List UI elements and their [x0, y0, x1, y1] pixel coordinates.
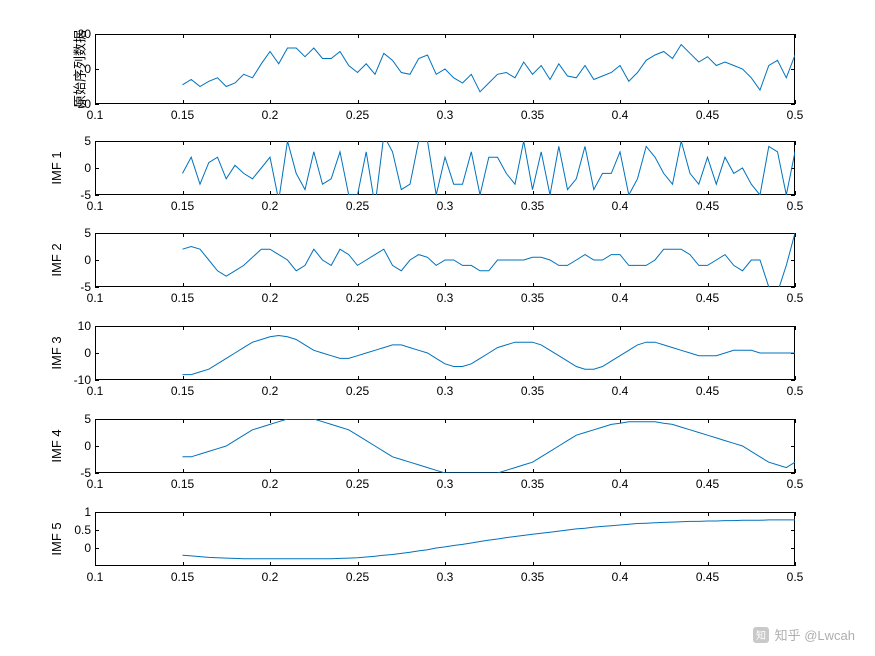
data-line: [95, 233, 795, 287]
ytick-label: 0: [84, 62, 91, 76]
ylabel: IMF 3: [49, 336, 64, 369]
xtick-label: 0.1: [87, 570, 104, 584]
data-line: [95, 419, 795, 473]
ytick-label: 20: [78, 27, 91, 41]
xtick-label: 0.1: [87, 108, 104, 122]
xtick-label: 0.4: [612, 384, 629, 398]
data-line: [95, 34, 795, 104]
ytick-label: 0: [84, 439, 91, 453]
xtick-label: 0.4: [612, 477, 629, 491]
xtick-label: 0.35: [521, 199, 544, 213]
subplot-3: IMF 3-100100.10.150.20.250.30.350.40.450…: [95, 326, 795, 380]
ytick-label: 1: [84, 505, 91, 519]
xtick-label: 0.25: [346, 291, 369, 305]
ylabel: IMF 4: [49, 429, 64, 462]
ytick-label: 0.5: [74, 523, 91, 537]
subplot-1: IMF 1-5050.10.150.20.250.30.350.40.450.5: [95, 141, 795, 195]
svg-text:知: 知: [756, 629, 766, 642]
xtick-label: 0.2: [262, 199, 279, 213]
xtick-label: 0.15: [171, 199, 194, 213]
xtick-label: 0.45: [696, 199, 719, 213]
xtick-label: 0.25: [346, 108, 369, 122]
data-line: [95, 326, 795, 380]
ytick-label: 0: [84, 541, 91, 555]
xtick-label: 0.15: [171, 291, 194, 305]
xtick-label: 0.45: [696, 108, 719, 122]
xtick-label: 0.35: [521, 570, 544, 584]
xtick-label: 0.2: [262, 384, 279, 398]
subplot-2: IMF 2-5050.10.150.20.250.30.350.40.450.5: [95, 233, 795, 287]
xtick-label: 0.5: [787, 477, 804, 491]
xtick-label: 0.2: [262, 477, 279, 491]
xtick-label: 0.2: [262, 108, 279, 122]
xtick-label: 0.15: [171, 570, 194, 584]
xtick-label: 0.5: [787, 291, 804, 305]
xtick-label: 0.4: [612, 291, 629, 305]
xtick-label: 0.25: [346, 384, 369, 398]
xtick-label: 0.3: [437, 570, 454, 584]
ytick-label: 5: [84, 412, 91, 426]
xtick-label: 0.2: [262, 291, 279, 305]
xtick-label: 0.25: [346, 570, 369, 584]
xtick-label: 0.45: [696, 384, 719, 398]
xtick-label: 0.5: [787, 384, 804, 398]
xtick-label: 0.35: [521, 477, 544, 491]
subplot-0: 原始序列数据-200200.10.150.20.250.30.350.40.45…: [95, 34, 795, 104]
xtick-label: 0.3: [437, 477, 454, 491]
xtick-label: 0.45: [696, 477, 719, 491]
ylabel: IMF 5: [49, 522, 64, 555]
xtick-label: 0.25: [346, 477, 369, 491]
ytick-label: 0: [84, 253, 91, 267]
watermark-text: 知乎 @Lwcah: [775, 625, 855, 644]
xtick-label: 0.3: [437, 291, 454, 305]
xtick-label: 0.3: [437, 108, 454, 122]
ytick-label: 0: [84, 346, 91, 360]
xtick-label: 0.4: [612, 199, 629, 213]
xtick-label: 0.1: [87, 291, 104, 305]
xtick-label: 0.5: [787, 199, 804, 213]
xtick-label: 0.1: [87, 199, 104, 213]
subplot-4: IMF 4-5050.10.150.20.250.30.350.40.450.5: [95, 419, 795, 473]
xtick-label: 0.15: [171, 108, 194, 122]
ylabel: IMF 2: [49, 243, 64, 276]
xtick-label: 0.3: [437, 199, 454, 213]
xtick-label: 0.2: [262, 570, 279, 584]
xtick-label: 0.1: [87, 477, 104, 491]
xtick-label: 0.15: [171, 477, 194, 491]
xtick-label: 0.45: [696, 570, 719, 584]
ytick-label: 5: [84, 226, 91, 240]
data-line: [95, 512, 795, 566]
xtick-label: 0.35: [521, 291, 544, 305]
subplot-5: IMF 500.510.10.150.20.250.30.350.40.450.…: [95, 512, 795, 566]
xtick-label: 0.4: [612, 570, 629, 584]
xtick-label: 0.3: [437, 384, 454, 398]
xtick-label: 0.15: [171, 384, 194, 398]
ytick-label: 10: [78, 319, 91, 333]
xtick-label: 0.25: [346, 199, 369, 213]
xtick-label: 0.35: [521, 384, 544, 398]
xtick-label: 0.5: [787, 108, 804, 122]
xtick-label: 0.45: [696, 291, 719, 305]
ytick-label: 5: [84, 134, 91, 148]
xtick-label: 0.35: [521, 108, 544, 122]
xtick-label: 0.4: [612, 108, 629, 122]
xtick-label: 0.5: [787, 570, 804, 584]
xtick-label: 0.1: [87, 384, 104, 398]
data-line: [95, 141, 795, 195]
zhihu-icon: 知: [753, 627, 769, 643]
ylabel: IMF 1: [49, 151, 64, 184]
ytick-label: 0: [84, 161, 91, 175]
watermark: 知知乎 @Lwcah: [753, 625, 855, 644]
